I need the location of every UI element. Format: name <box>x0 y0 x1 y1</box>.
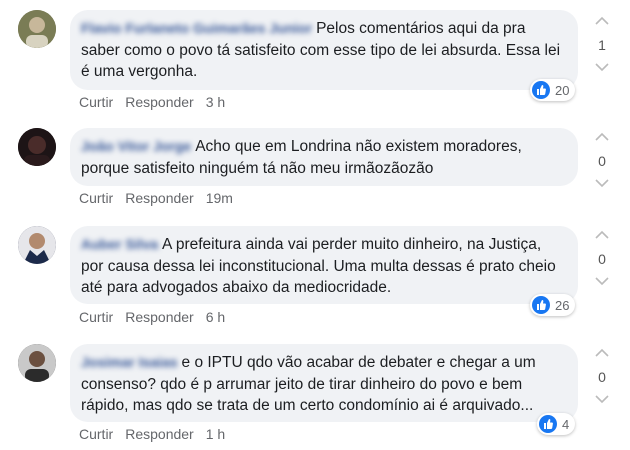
comment-author[interactable]: Flavio Furlaneto Guimarães Junior <box>81 20 312 36</box>
comment-author[interactable]: Auber Silva <box>81 236 158 252</box>
like-link[interactable]: Curtir <box>79 94 113 110</box>
vote-count: 0 <box>598 153 606 169</box>
chevron-down-icon[interactable] <box>590 274 614 288</box>
avatar[interactable] <box>18 344 56 382</box>
chevron-up-icon[interactable] <box>590 14 614 28</box>
comment-bubble: Josimar Isaias e o IPTU qdo vão acabar de… <box>70 344 578 422</box>
vote-control: 1 <box>590 14 614 74</box>
reaction-count[interactable]: 20 <box>530 79 576 101</box>
vote-count: 0 <box>598 251 606 267</box>
comment-actions: Curtir Responder 3 h <box>79 94 225 110</box>
chevron-up-icon[interactable] <box>590 130 614 144</box>
thumbs-up-icon <box>539 415 557 433</box>
timestamp[interactable]: 1 h <box>206 426 225 442</box>
like-link[interactable]: Curtir <box>79 190 113 206</box>
vote-control: 0 <box>590 228 614 288</box>
reaction-count[interactable]: 26 <box>530 294 576 316</box>
reaction-count[interactable]: 4 <box>537 413 576 435</box>
comment-bubble: Flavio Furlaneto Guimarães Junior Pelos c… <box>70 10 578 90</box>
chevron-down-icon[interactable] <box>590 392 614 406</box>
avatar[interactable] <box>18 10 56 48</box>
comment-bubble: Auber Silva A prefeitura ainda vai perder… <box>70 226 578 304</box>
timestamp[interactable]: 19m <box>206 190 233 206</box>
avatar[interactable] <box>18 128 56 166</box>
reply-link[interactable]: Responder <box>125 190 194 206</box>
comment-author[interactable]: Josimar Isaias <box>81 354 178 370</box>
comment-actions: Curtir Responder 6 h <box>79 309 225 325</box>
reply-link[interactable]: Responder <box>125 94 194 110</box>
reaction-number: 4 <box>562 416 570 432</box>
reaction-number: 20 <box>555 82 570 98</box>
vote-control: 0 <box>590 346 614 406</box>
vote-count: 0 <box>598 369 606 385</box>
chevron-up-icon[interactable] <box>590 346 614 360</box>
chevron-down-icon[interactable] <box>590 60 614 74</box>
comment-actions: Curtir Responder 1 h <box>79 426 225 442</box>
vote-count: 1 <box>598 37 606 53</box>
reply-link[interactable]: Responder <box>125 309 194 325</box>
avatar[interactable] <box>18 226 56 264</box>
timestamp[interactable]: 3 h <box>206 94 225 110</box>
chevron-up-icon[interactable] <box>590 228 614 242</box>
vote-control: 0 <box>590 130 614 190</box>
comment-author[interactable]: João Vitor Jorge <box>81 138 191 154</box>
timestamp[interactable]: 6 h <box>206 309 225 325</box>
thumbs-up-icon <box>532 81 550 99</box>
like-link[interactable]: Curtir <box>79 426 113 442</box>
chevron-down-icon[interactable] <box>590 176 614 190</box>
comment-bubble: João Vitor Jorge Acho que em Londrina não… <box>70 128 578 186</box>
comment-actions: Curtir Responder 19m <box>79 190 233 206</box>
reply-link[interactable]: Responder <box>125 426 194 442</box>
thumbs-up-icon <box>532 296 550 314</box>
like-link[interactable]: Curtir <box>79 309 113 325</box>
reaction-number: 26 <box>555 297 570 313</box>
